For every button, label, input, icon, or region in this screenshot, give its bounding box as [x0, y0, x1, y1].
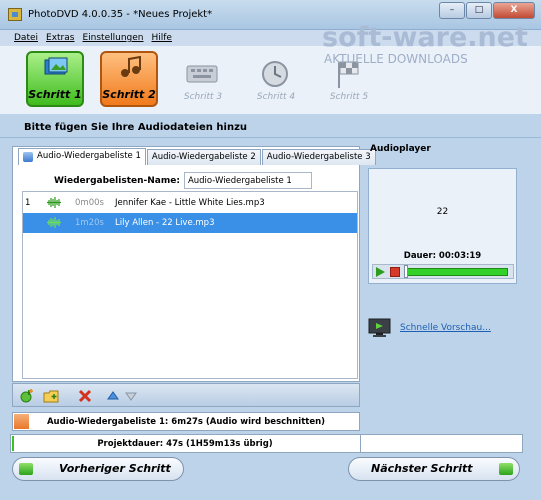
watermark-tagline: AKTUELLE DOWNLOADS [324, 52, 468, 66]
step-1-label: Schritt 1 [28, 88, 82, 101]
player-progress-thumb[interactable] [404, 265, 408, 278]
step-4-label[interactable]: Schritt 4 [246, 92, 306, 102]
arrow-left-icon [19, 463, 33, 475]
previous-step-label: Vorheriger Schritt [59, 462, 171, 475]
arrow-right-icon [499, 463, 513, 475]
player-progress[interactable] [405, 268, 508, 276]
duration-divider [360, 435, 361, 452]
tab-playlist-1[interactable]: Audio-Wiedergabeliste 1 [18, 148, 146, 165]
quick-preview-text[interactable]: Schnelle Vorschau... [400, 323, 491, 333]
audioplayer: 22 Dauer: 00:03:19 [368, 168, 517, 284]
app-icon [8, 8, 22, 21]
playlist-status: Audio-Wiedergabeliste 1: 6m27s (Audio wi… [12, 412, 360, 431]
step-3-label[interactable]: Schritt 3 [173, 92, 233, 102]
playlist-name-label: Wiedergabelisten-Name: [54, 175, 180, 186]
player-track-number: 22 [436, 207, 449, 217]
tab-playlist-2[interactable]: Audio-Wiedergabeliste 2 [146, 149, 261, 165]
move-down-icon[interactable] [123, 388, 139, 404]
playlist-tabs: Audio-Wiedergabeliste 1 Audio-Wiedergabe… [18, 148, 377, 165]
photo-icon [44, 57, 68, 75]
step-5-label[interactable]: Schritt 5 [319, 92, 379, 102]
track-name: Jennifer Kae - Little White Lies.mp3 [115, 198, 265, 208]
stop-button[interactable] [390, 267, 400, 277]
clock-icon [262, 61, 288, 87]
waveform-icon [47, 197, 61, 208]
window-controls: – □ X [438, 2, 535, 19]
delete-icon[interactable] [77, 388, 93, 404]
maximize-button[interactable]: □ [466, 2, 492, 19]
add-audio-icon[interactable] [19, 388, 35, 404]
watermark: soft-ware.net AKTUELLE DOWNLOADS [322, 22, 528, 66]
step-1[interactable]: Schritt 1 [26, 51, 84, 109]
playlist-status-text: Audio-Wiedergabeliste 1: 6m27s (Audio wi… [46, 417, 326, 427]
keyboard-icon [186, 65, 218, 83]
track-time: 1m20s [75, 218, 104, 228]
next-step-button[interactable]: Nächster Schritt [348, 457, 520, 481]
add-folder-icon[interactable] [43, 388, 59, 404]
move-up-icon[interactable] [105, 388, 121, 404]
playlist-name-row: Wiedergabelisten-Name: [54, 172, 312, 189]
track-row[interactable]: 1m20s Lily Allen - 22 Live.mp3 [23, 213, 357, 233]
tab-playlist-1-label: Audio-Wiedergabeliste 1 [37, 151, 141, 161]
project-duration-bar: Projektdauer: 47s (1H59m13s übrig) [10, 434, 523, 453]
step-2[interactable]: Schritt 2 [100, 51, 158, 109]
next-step-label: Nächster Schritt [371, 462, 473, 475]
music-note-icon [121, 56, 141, 77]
close-button[interactable]: X [493, 2, 535, 19]
menu-extras[interactable]: Extras [46, 30, 74, 46]
playlist-toolbar [12, 383, 360, 407]
player-duration: Dauer: 00:03:19 [403, 251, 482, 261]
watermark-logo: soft-ware.net [322, 22, 528, 53]
monitor-icon [368, 318, 391, 337]
waveform-icon [47, 217, 61, 228]
menu-datei[interactable]: Datei [14, 30, 38, 46]
track-row[interactable]: 1 0m00s Jennifer Kae - Little White Lies… [23, 193, 357, 213]
track-name: Lily Allen - 22 Live.mp3 [115, 218, 215, 228]
playlist-name-input[interactable] [183, 172, 312, 189]
playlist-icon [23, 152, 33, 162]
quick-preview-link[interactable]: Schnelle Vorschau... [368, 318, 491, 338]
divider [0, 137, 541, 138]
menu-hilfe[interactable]: Hilfe [151, 30, 171, 46]
previous-step-button[interactable]: Vorheriger Schritt [12, 457, 184, 481]
instruction-text: Bitte fügen Sie Ihre Audiodateien hinzu [24, 122, 248, 133]
minimize-button[interactable]: – [439, 2, 465, 19]
track-number: 1 [25, 198, 31, 208]
player-controls [372, 264, 514, 279]
track-time: 0m00s [75, 198, 104, 208]
step-2-label: Schritt 2 [102, 88, 156, 101]
track-list[interactable]: 1 0m00s Jennifer Kae - Little White Lies… [22, 191, 358, 379]
project-duration-text: Projektdauer: 47s (1H59m13s übrig) [97, 439, 273, 449]
play-button[interactable] [376, 267, 385, 277]
tab-playlist-3[interactable]: Audio-Wiedergabeliste 3 [261, 149, 376, 165]
menu-einstellungen[interactable]: Einstellungen [82, 30, 143, 46]
window-title: PhotoDVD 4.0.0.35 - *Neues Projekt* [28, 9, 213, 20]
audioplayer-title: Audioplayer [370, 144, 431, 154]
